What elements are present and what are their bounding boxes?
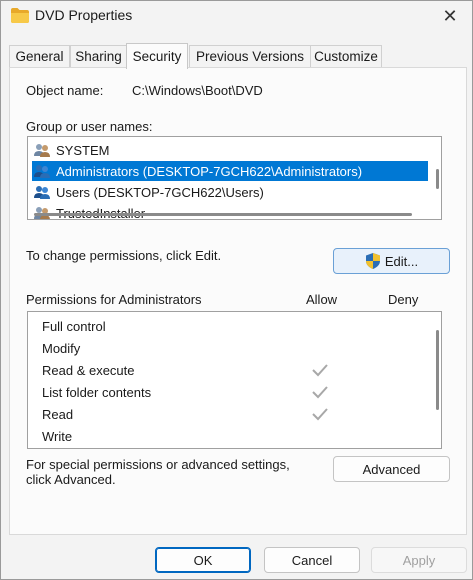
title-bar[interactable]: DVD Properties ✕: [1, 1, 472, 33]
user-row-system[interactable]: SYSTEM: [32, 140, 428, 160]
users-group-icon: [34, 144, 50, 157]
permission-row: Read & execute: [42, 359, 422, 381]
allow-check-icon: [312, 386, 328, 399]
uac-shield-icon: [365, 253, 380, 269]
user-list-vertical-scrollbar[interactable]: [436, 169, 439, 189]
permission-name: Read & execute: [42, 362, 135, 378]
user-list[interactable]: SYSTEM Administrators (DESKTOP-7GCH622\A…: [27, 136, 442, 220]
apply-button[interactable]: Apply: [371, 547, 467, 573]
permission-name: Write: [42, 428, 73, 444]
permission-name: Read: [42, 406, 74, 422]
permission-name: Modify: [42, 340, 81, 356]
allow-column-header: Allow: [306, 292, 338, 307]
user-list-horizontal-scrollbar[interactable]: [34, 213, 412, 216]
tab-sharing[interactable]: Sharing: [70, 45, 127, 67]
close-icon: ✕: [442, 5, 458, 26]
allow-check-icon: [312, 364, 328, 377]
folder-icon: [11, 8, 29, 23]
user-row-administrators[interactable]: Administrators (DESKTOP-7GCH622\Administ…: [32, 161, 428, 181]
edit-button[interactable]: Edit...: [333, 248, 450, 274]
permission-name: List folder contents: [42, 384, 152, 400]
close-button[interactable]: ✕: [427, 1, 473, 31]
special-permissions-hint-line1: For special permissions or advanced sett…: [26, 457, 290, 472]
permission-row: Modify: [42, 337, 422, 359]
security-panel: Object name: C:\Windows\Boot\DVD Group o…: [9, 67, 467, 535]
edit-button-label: Edit...: [384, 253, 419, 269]
permissions-list: Full control Modify Read & execute List …: [27, 311, 442, 449]
window-title: DVD Properties: [35, 7, 133, 23]
advanced-button[interactable]: Advanced: [333, 456, 450, 482]
tab-general[interactable]: General: [9, 45, 70, 67]
permission-row: List folder contents: [42, 381, 422, 403]
object-name-value: C:\Windows\Boot\DVD: [132, 83, 263, 98]
ok-button[interactable]: OK: [155, 547, 251, 573]
allow-check-icon: [312, 408, 328, 421]
user-name: SYSTEM: [56, 142, 110, 158]
change-permissions-hint: To change permissions, click Edit.: [26, 248, 222, 263]
object-name-label: Object name:: [26, 83, 104, 98]
user-name: Administrators (DESKTOP-7GCH622\Administ…: [56, 163, 363, 179]
permissions-vertical-scrollbar[interactable]: [436, 330, 439, 410]
tab-previous-versions[interactable]: Previous Versions: [189, 45, 311, 67]
deny-column-header: Deny: [388, 292, 419, 307]
tab-strip: General Sharing Security Previous Versio…: [9, 43, 467, 69]
permission-row: Full control: [42, 315, 422, 337]
permissions-for-label: Permissions for Administrators: [26, 292, 202, 307]
users-group-icon: [34, 165, 50, 178]
permission-row: Write: [42, 425, 422, 447]
user-row-trustedinstaller[interactable]: TrustedInstaller: [32, 203, 428, 219]
users-group-icon: [34, 186, 50, 199]
special-permissions-hint-line2: click Advanced.: [26, 472, 116, 487]
tab-customize[interactable]: Customize: [310, 45, 382, 67]
group-or-user-names-label: Group or user names:: [26, 119, 153, 134]
user-name: Users (DESKTOP-7GCH622\Users): [56, 184, 264, 200]
permission-row: Read: [42, 403, 422, 425]
cancel-button[interactable]: Cancel: [264, 547, 360, 573]
tab-security[interactable]: Security: [126, 43, 188, 69]
user-row-users[interactable]: Users (DESKTOP-7GCH622\Users): [32, 182, 428, 202]
permission-name: Full control: [42, 318, 106, 334]
properties-window: DVD Properties ✕ General Sharing Securit…: [0, 0, 473, 580]
